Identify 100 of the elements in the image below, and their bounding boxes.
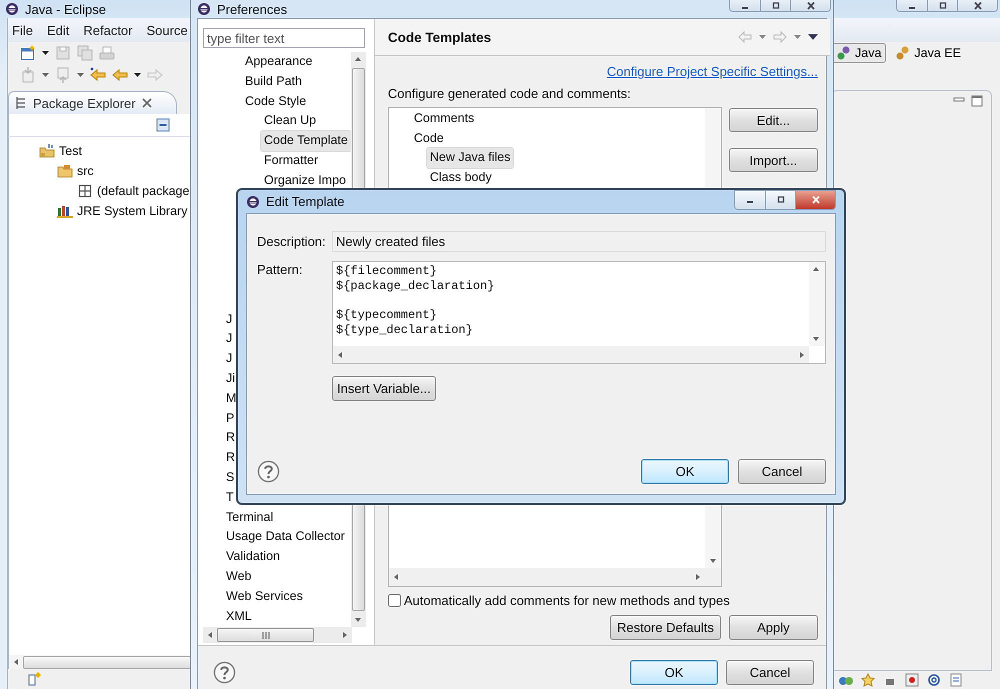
maximize-icon — [776, 196, 786, 204]
back-arrow-icon[interactable] — [112, 67, 128, 83]
record-icon[interactable] — [905, 673, 919, 687]
cancel-button[interactable]: Cancel — [738, 459, 826, 484]
cancel-button[interactable]: Cancel — [726, 660, 814, 685]
perspective-button[interactable]: Java — [831, 43, 886, 63]
tree-item[interactable]: Code Template — [261, 131, 351, 151]
tree-item[interactable]: Appearance — [242, 52, 316, 72]
field-label: Description: — [257, 234, 327, 249]
tree-item[interactable]: Ji — [223, 368, 238, 389]
scroll-left-icon[interactable] — [12, 658, 20, 666]
scroll-down-icon[interactable] — [354, 616, 362, 624]
scroll-right-icon[interactable] — [798, 350, 806, 358]
tree-item[interactable]: J — [223, 349, 236, 369]
tree-item[interactable]: T — [223, 488, 237, 508]
close-button[interactable] — [795, 191, 835, 209]
scrollbar-thumb[interactable] — [23, 656, 191, 668]
package-explorer-tab[interactable]: Package Explorer — [8, 91, 177, 114]
view-menu-icon[interactable] — [808, 34, 818, 40]
side-button[interactable]: Edit... — [728, 108, 818, 132]
tree-item[interactable]: Code — [410, 128, 447, 148]
tree-item[interactable]: S — [223, 468, 238, 488]
tree-item[interactable]: Validation — [223, 547, 283, 567]
page-button[interactable]: Restore Defaults — [610, 615, 721, 640]
perspective-button[interactable]: Java EE — [890, 43, 966, 63]
eclipse-icon — [5, 2, 19, 16]
tree-item[interactable]: Terminal — [223, 508, 276, 528]
last-edit-icon[interactable] — [90, 67, 106, 83]
tree-item[interactable]: Build Path — [242, 72, 305, 92]
description-field[interactable]: Newly created files — [332, 231, 826, 252]
tree-item[interactable]: Comments — [410, 109, 478, 129]
tree-item[interactable]: Clean Up — [261, 111, 320, 132]
scroll-left-icon[interactable] — [392, 573, 400, 581]
fast-view-icon[interactable] — [28, 672, 42, 686]
tree-item[interactable]: J — [223, 329, 236, 350]
tree-item[interactable]: XML — [223, 606, 255, 626]
package-folder-icon — [57, 163, 73, 179]
project-folder-icon — [39, 143, 55, 159]
insert-variable-button[interactable]: Insert Variable... — [332, 376, 436, 401]
hierarchy-icon — [15, 97, 27, 109]
tree-item[interactable]: Organize Impo — [261, 170, 349, 191]
scroll-down-icon[interactable] — [812, 335, 820, 343]
checkbox-label: Automatically add comments for new methods and types — [404, 593, 730, 608]
tree-item[interactable]: (default package — [97, 184, 190, 198]
tree-item[interactable]: M — [223, 388, 240, 409]
tree-item[interactable]: J — [223, 310, 236, 330]
tree-item[interactable]: P — [223, 408, 238, 428]
maximize-icon[interactable] — [971, 95, 983, 107]
tab-label: Package Explorer — [33, 96, 136, 110]
tree-item[interactable]: R — [223, 448, 238, 468]
menu-item[interactable]: Edit — [46, 22, 70, 38]
help-icon[interactable] — [213, 661, 236, 684]
pattern-text: ${filecomment} ${package_declaration} ${typecomment} ${type_declaration} — [335, 263, 496, 340]
page-title: Code Templates — [388, 30, 492, 44]
package-icon — [77, 183, 93, 199]
tree-item[interactable]: Usage Data Collector — [223, 527, 348, 548]
scroll-left-icon[interactable] — [206, 631, 214, 639]
menu-item[interactable]: Source — [146, 22, 188, 38]
description-text: Configure generated code and comments: — [388, 86, 632, 101]
help-icon[interactable] — [257, 460, 280, 483]
tree-item[interactable]: Class body — [426, 168, 495, 188]
tree-item[interactable]: Formatter — [261, 150, 322, 171]
eclipse-icon — [197, 2, 211, 16]
scrollbar[interactable] — [203, 627, 352, 643]
tree-item[interactable]: New Java files — [426, 148, 514, 168]
scroll-left-icon[interactable] — [336, 350, 344, 358]
filter-field[interactable]: type filter text — [203, 28, 365, 48]
scroll-up-icon[interactable] — [354, 55, 362, 63]
configure-settings-link[interactable]: Configure Project Specific Settings... — [606, 64, 818, 79]
scroll-right-icon[interactable] — [694, 573, 702, 581]
new-file-icon[interactable] — [20, 45, 36, 61]
close-icon[interactable] — [142, 98, 152, 108]
ok-button[interactable]: OK — [641, 459, 729, 484]
minimize-button[interactable] — [735, 191, 765, 209]
ok-button[interactable]: OK — [630, 660, 718, 685]
scroll-down-icon[interactable] — [708, 557, 717, 565]
dropdown-arrow-icon[interactable] — [42, 51, 49, 55]
scroll-right-icon[interactable] — [340, 631, 349, 639]
side-button[interactable]: Import... — [728, 148, 818, 172]
tree-item[interactable]: src — [77, 164, 94, 178]
tree-item[interactable]: Code Style — [242, 92, 310, 112]
menu-item[interactable]: Refactor — [83, 22, 132, 38]
scroll-up-icon[interactable] — [812, 265, 820, 273]
tree-item[interactable]: Test — [59, 144, 82, 158]
tree-item[interactable]: Web Services — [223, 586, 306, 607]
tree-item[interactable]: R — [223, 428, 238, 448]
star-icon[interactable] — [861, 673, 875, 687]
collapse-all-icon[interactable] — [156, 118, 170, 132]
document-icon[interactable] — [949, 673, 963, 687]
menu-item[interactable]: File — [12, 22, 33, 38]
tree-item[interactable]: Web — [223, 566, 254, 587]
page-button[interactable]: Apply — [728, 615, 818, 640]
eclipse-icon — [246, 194, 260, 208]
window-title: Preferences — [217, 2, 288, 16]
maximize-button[interactable] — [765, 191, 795, 209]
checkbox[interactable] — [388, 594, 401, 607]
dropdown-arrow-icon[interactable] — [134, 73, 141, 77]
tree-item[interactable]: JRE System Library — [77, 204, 188, 218]
pattern-editor[interactable]: ${filecomment} ${package_declaration} ${typecomment} ${type_declaration} — [332, 261, 826, 364]
library-books-icon — [57, 203, 73, 219]
